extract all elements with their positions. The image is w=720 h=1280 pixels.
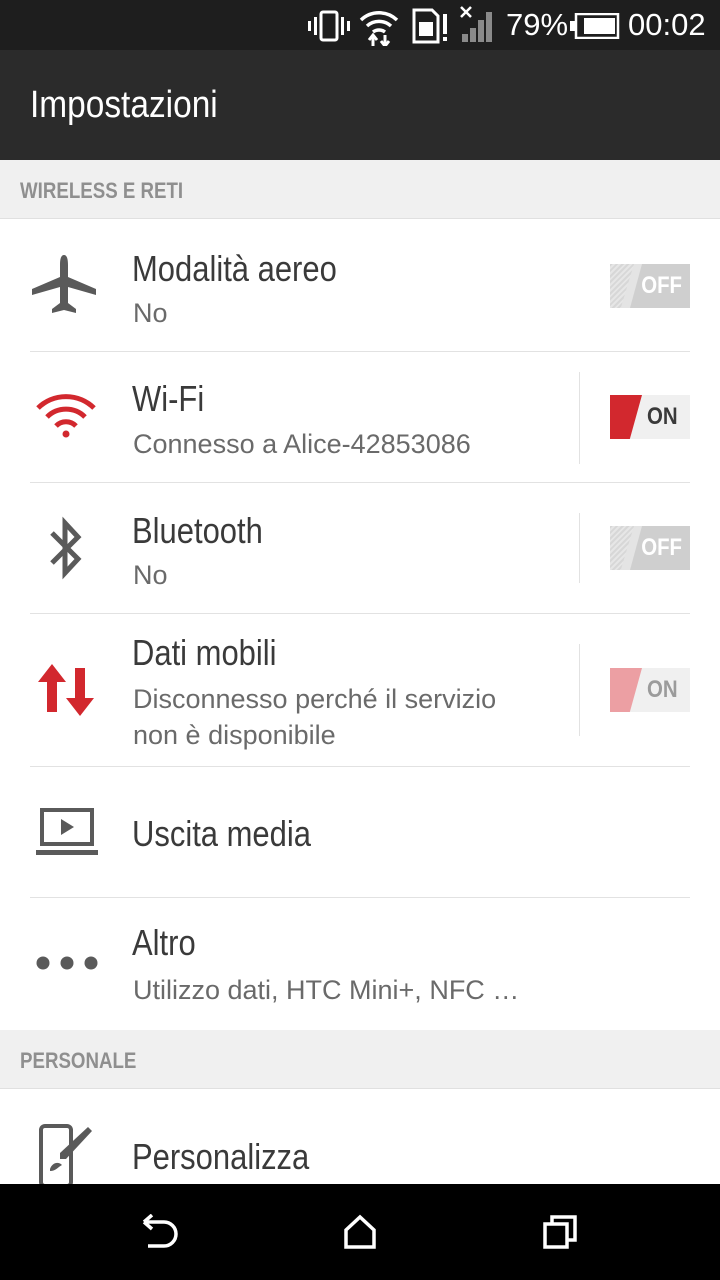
recents-icon[interactable] (542, 1214, 578, 1250)
battery-percent: 79% (506, 7, 569, 42)
home-icon[interactable] (342, 1214, 378, 1250)
wifi-toggle[interactable]: ON (610, 395, 690, 439)
page-title: Impostazioni (30, 84, 218, 126)
mobile-data-toggle[interactable]: ON (610, 668, 690, 712)
setting-title: Altro (132, 922, 196, 963)
no-signal-icon (460, 6, 492, 42)
back-icon[interactable] (140, 1214, 180, 1250)
setting-subtitle: Utilizzo dati, HTC Mini+, NFC … (133, 975, 520, 1005)
toggle-label: OFF (641, 534, 682, 561)
vertical-separator (579, 644, 580, 736)
setting-subtitle: No (133, 560, 168, 590)
toggle-label: ON (647, 676, 678, 703)
data-arrows-icon (38, 664, 94, 716)
clock: 00:02 (628, 7, 706, 42)
setting-more[interactable]: Altro Utilizzo dati, HTC Mini+, NFC … (0, 898, 720, 1029)
section-header-label: WIRELESS E RETI (20, 178, 184, 203)
setting-subtitle-line-2: non è disponibile (133, 720, 336, 750)
airplane-toggle[interactable]: OFF (610, 264, 690, 308)
toggle-label: ON (647, 403, 678, 430)
sim-alert-icon (412, 8, 447, 44)
navigation-bar (0, 1184, 720, 1280)
setting-wifi[interactable]: Wi-Fi Connesso a Alice-42853086 ON (0, 352, 720, 482)
setting-title: Modalità aereo (132, 248, 337, 289)
wifi-data-icon (359, 11, 399, 46)
media-output-icon (36, 808, 98, 855)
status-bar: 79% 00:02 (0, 0, 720, 50)
battery-icon (570, 13, 620, 39)
wifi-icon (36, 394, 96, 438)
setting-subtitle-line-1: Disconnesso perché il servizio (133, 684, 497, 714)
setting-mobile-data[interactable]: Dati mobili Disconnesso perché il serviz… (0, 614, 720, 766)
personalize-icon (39, 1124, 92, 1184)
setting-airplane-mode[interactable]: Modalità aereo No OFF (0, 219, 720, 351)
setting-title: Dati mobili (132, 632, 277, 673)
setting-personalize[interactable]: Personalizza (0, 1089, 720, 1184)
app-bar: Impostazioni (0, 50, 720, 160)
setting-bluetooth[interactable]: Bluetooth No OFF (0, 483, 720, 613)
section-header-wireless: WIRELESS E RETI (0, 160, 720, 219)
vertical-separator (579, 372, 580, 464)
vibrate-icon (308, 10, 350, 42)
setting-title: Bluetooth (132, 510, 263, 551)
bluetooth-icon (50, 516, 82, 580)
setting-subtitle: Connesso a Alice-42853086 (133, 429, 471, 459)
bluetooth-toggle[interactable]: OFF (610, 526, 690, 570)
more-dots-icon (36, 956, 98, 970)
setting-title: Uscita media (132, 813, 311, 854)
setting-media-output[interactable]: Uscita media (0, 767, 720, 897)
section-header-personal: PERSONALE (0, 1030, 720, 1089)
setting-subtitle: No (133, 298, 168, 328)
setting-title: Personalizza (132, 1136, 310, 1177)
toggle-label: OFF (641, 272, 682, 299)
section-header-label: PERSONALE (20, 1048, 137, 1073)
airplane-icon (32, 255, 96, 313)
vertical-separator (579, 513, 580, 583)
setting-title: Wi-Fi (132, 378, 205, 419)
